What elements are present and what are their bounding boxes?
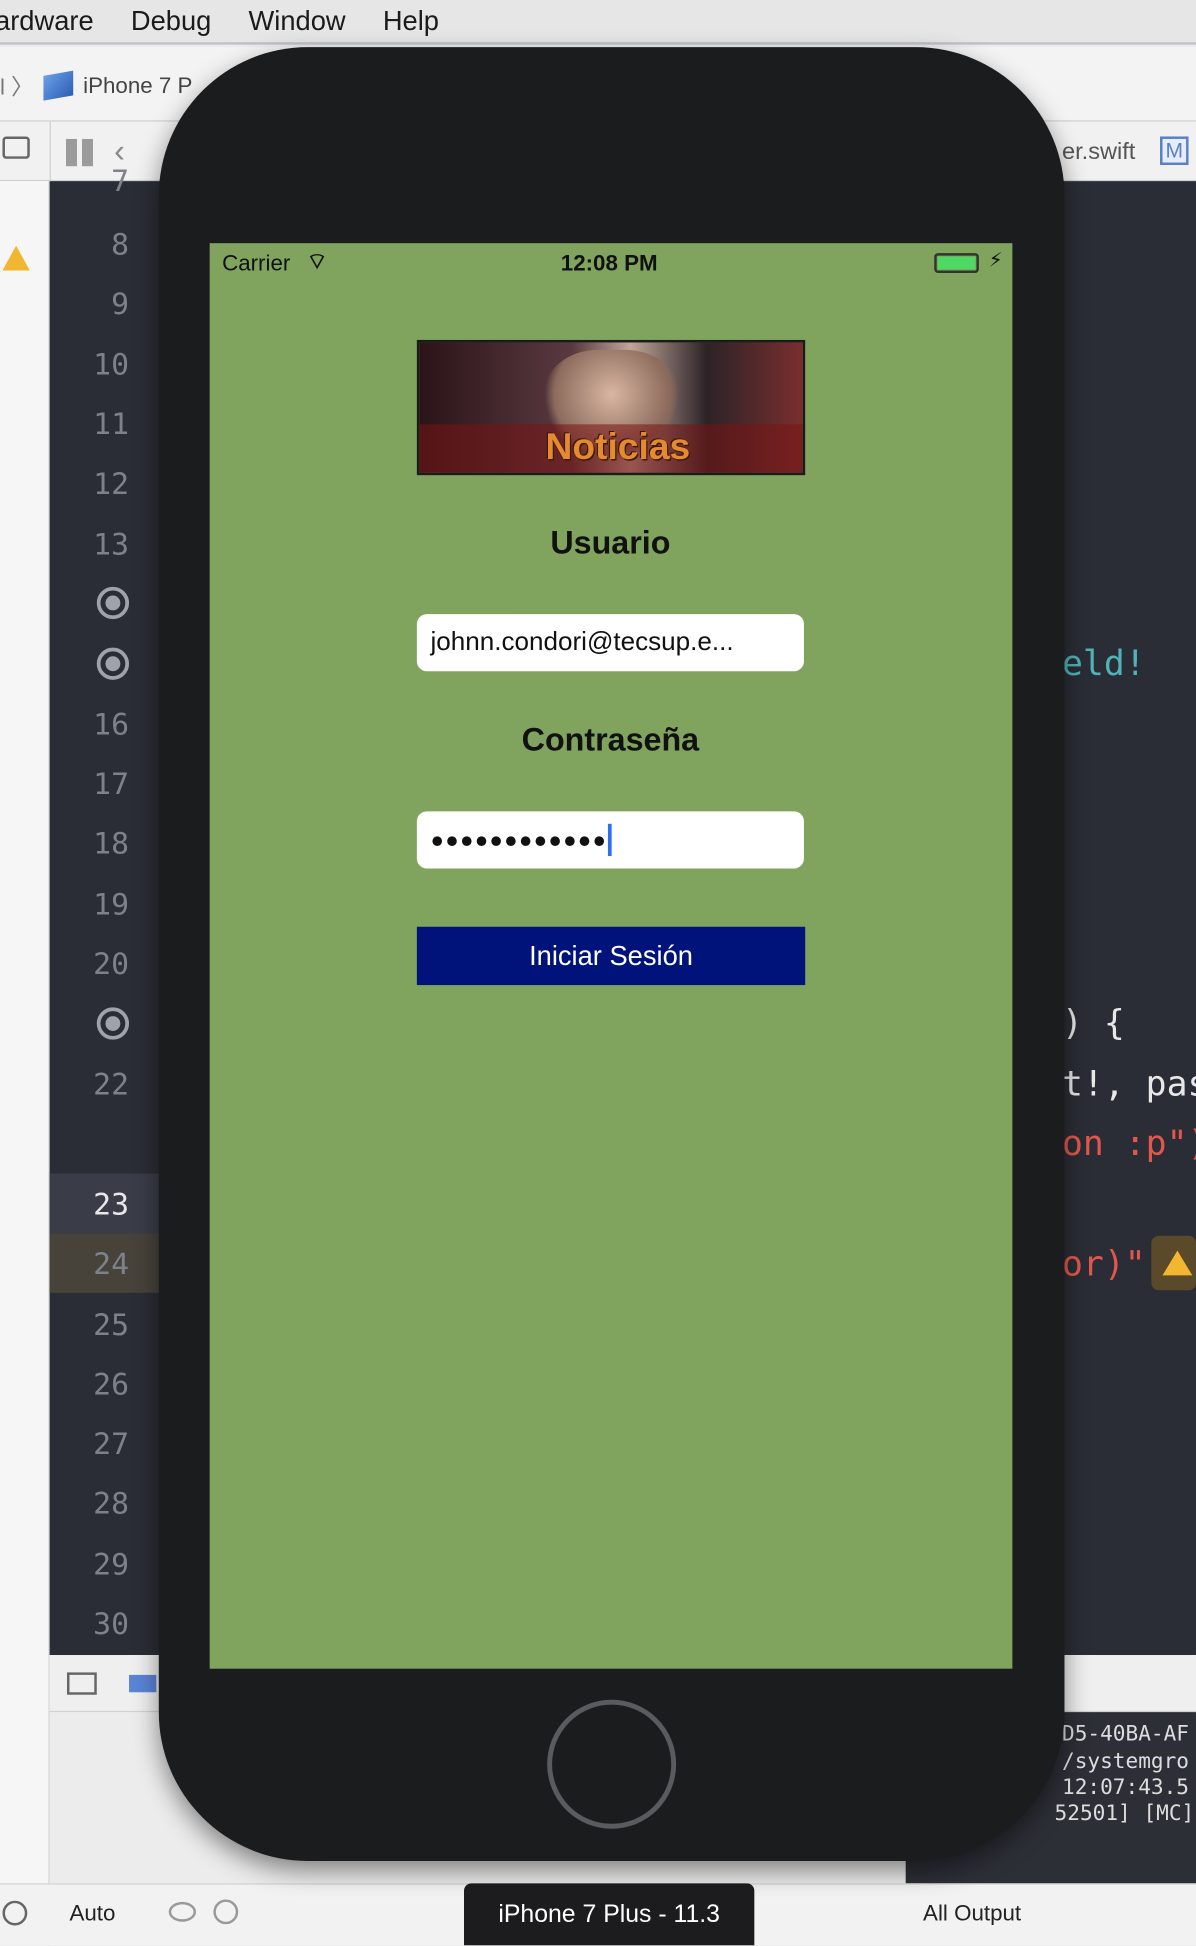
console-line: /systemgro xyxy=(1062,1749,1189,1775)
code-fragment: ) { xyxy=(1062,1002,1125,1044)
file-badge: M xyxy=(1160,136,1189,166)
grid-icon[interactable] xyxy=(65,138,94,167)
ios-status-bar: Carrier ⌔ 12:08 PM ⚡ xyxy=(210,243,1013,283)
line-number: 24 xyxy=(93,1246,130,1282)
line-number: 13 xyxy=(93,527,130,563)
menu-window[interactable]: Window xyxy=(249,5,346,37)
line-number: 9 xyxy=(111,286,130,322)
scheme-selector[interactable]: l 〉 iPhone 7 P xyxy=(0,67,192,104)
code-fragment: t!, passw xyxy=(1062,1063,1196,1105)
device-name: iPhone 7 P xyxy=(83,72,193,98)
info-icon[interactable] xyxy=(2,1900,28,1926)
output-selector[interactable]: All Output xyxy=(923,1901,1021,1927)
line-number: 11 xyxy=(93,406,130,442)
line-number-current: 23 xyxy=(93,1187,130,1223)
navigator-strip xyxy=(0,181,50,1946)
wifi-icon: ⌔ xyxy=(306,249,328,275)
warning-icon xyxy=(1162,1250,1193,1276)
warning-badge[interactable] xyxy=(1151,1235,1196,1291)
line-number: 29 xyxy=(93,1547,130,1582)
charging-icon: ⚡ xyxy=(988,250,1003,272)
line-number: 19 xyxy=(93,887,130,922)
chevron-right-icon: l 〉 xyxy=(0,74,34,100)
menu-help[interactable]: Help xyxy=(383,5,439,37)
line-number: 8 xyxy=(111,227,130,262)
line-number: 22 xyxy=(93,1066,130,1102)
email-field[interactable]: johnn.condori@tecsup.e... xyxy=(416,614,804,672)
line-number: 12 xyxy=(93,466,130,502)
auto-selector[interactable]: Auto xyxy=(69,1901,115,1927)
line-number: 28 xyxy=(93,1486,130,1522)
line-number: 20 xyxy=(93,946,130,982)
info-icon[interactable] xyxy=(213,1899,239,1925)
text-cursor xyxy=(608,823,613,857)
screen-root: { "menu": ["ardware","Debug","Window","H… xyxy=(0,0,1196,1946)
line-number: 7 xyxy=(111,163,130,199)
password-field[interactable]: ●●●●●●●●●●●● xyxy=(416,811,804,869)
line-number: 26 xyxy=(93,1367,130,1402)
home-button[interactable] xyxy=(547,1699,677,1829)
contrasena-label: Contraseña xyxy=(521,720,700,759)
line-number: 16 xyxy=(93,707,130,742)
code-fragment: on :p") xyxy=(1062,1122,1196,1164)
line-number: 18 xyxy=(93,826,130,862)
carrier-label: Carrier xyxy=(222,250,291,276)
simulator-tab[interactable]: iPhone 7 Plus - 11.3 xyxy=(464,1883,755,1946)
news-banner-image: Noticias xyxy=(416,339,806,476)
status-time: 12:08 PM xyxy=(560,250,658,276)
menu-bar: ardware Debug Window Help xyxy=(0,0,1196,45)
banner-title: Noticias xyxy=(545,426,691,468)
comment-icon[interactable] xyxy=(2,136,30,159)
line-number: 25 xyxy=(93,1307,130,1343)
console-line: 12:07:43.5 xyxy=(1062,1775,1189,1801)
battery-icon xyxy=(934,253,979,273)
line-number: 30 xyxy=(93,1606,130,1642)
line-number: 10 xyxy=(93,347,130,383)
file-breadcrumb[interactable]: er.swift xyxy=(1062,139,1135,166)
console-line: D5-40BA-AF xyxy=(1062,1722,1189,1747)
eye-icon[interactable] xyxy=(168,1901,197,1922)
breakpoint-icon[interactable] xyxy=(96,647,130,680)
line-number: 27 xyxy=(93,1426,130,1462)
code-editor xyxy=(1062,181,1196,1656)
menu-debug[interactable]: Debug xyxy=(131,5,211,37)
breakpoint-icon[interactable] xyxy=(96,1007,130,1040)
code-fragment: eld! xyxy=(1062,642,1146,684)
console-line: 52501] [MC] xyxy=(1054,1801,1195,1827)
warning-icon[interactable] xyxy=(2,245,30,271)
password-value: ●●●●●●●●●●●● xyxy=(430,826,608,852)
line-number: 17 xyxy=(93,766,130,802)
login-button[interactable]: Iniciar Sesión xyxy=(416,926,806,986)
breakpoint-icon[interactable] xyxy=(96,586,130,620)
menu-hardware[interactable]: ardware xyxy=(0,5,94,37)
breakpoints-toggle-icon[interactable] xyxy=(129,1674,157,1693)
usuario-label: Usuario xyxy=(550,523,671,561)
hide-debug-icon[interactable] xyxy=(66,1672,97,1695)
device-icon xyxy=(43,70,74,101)
